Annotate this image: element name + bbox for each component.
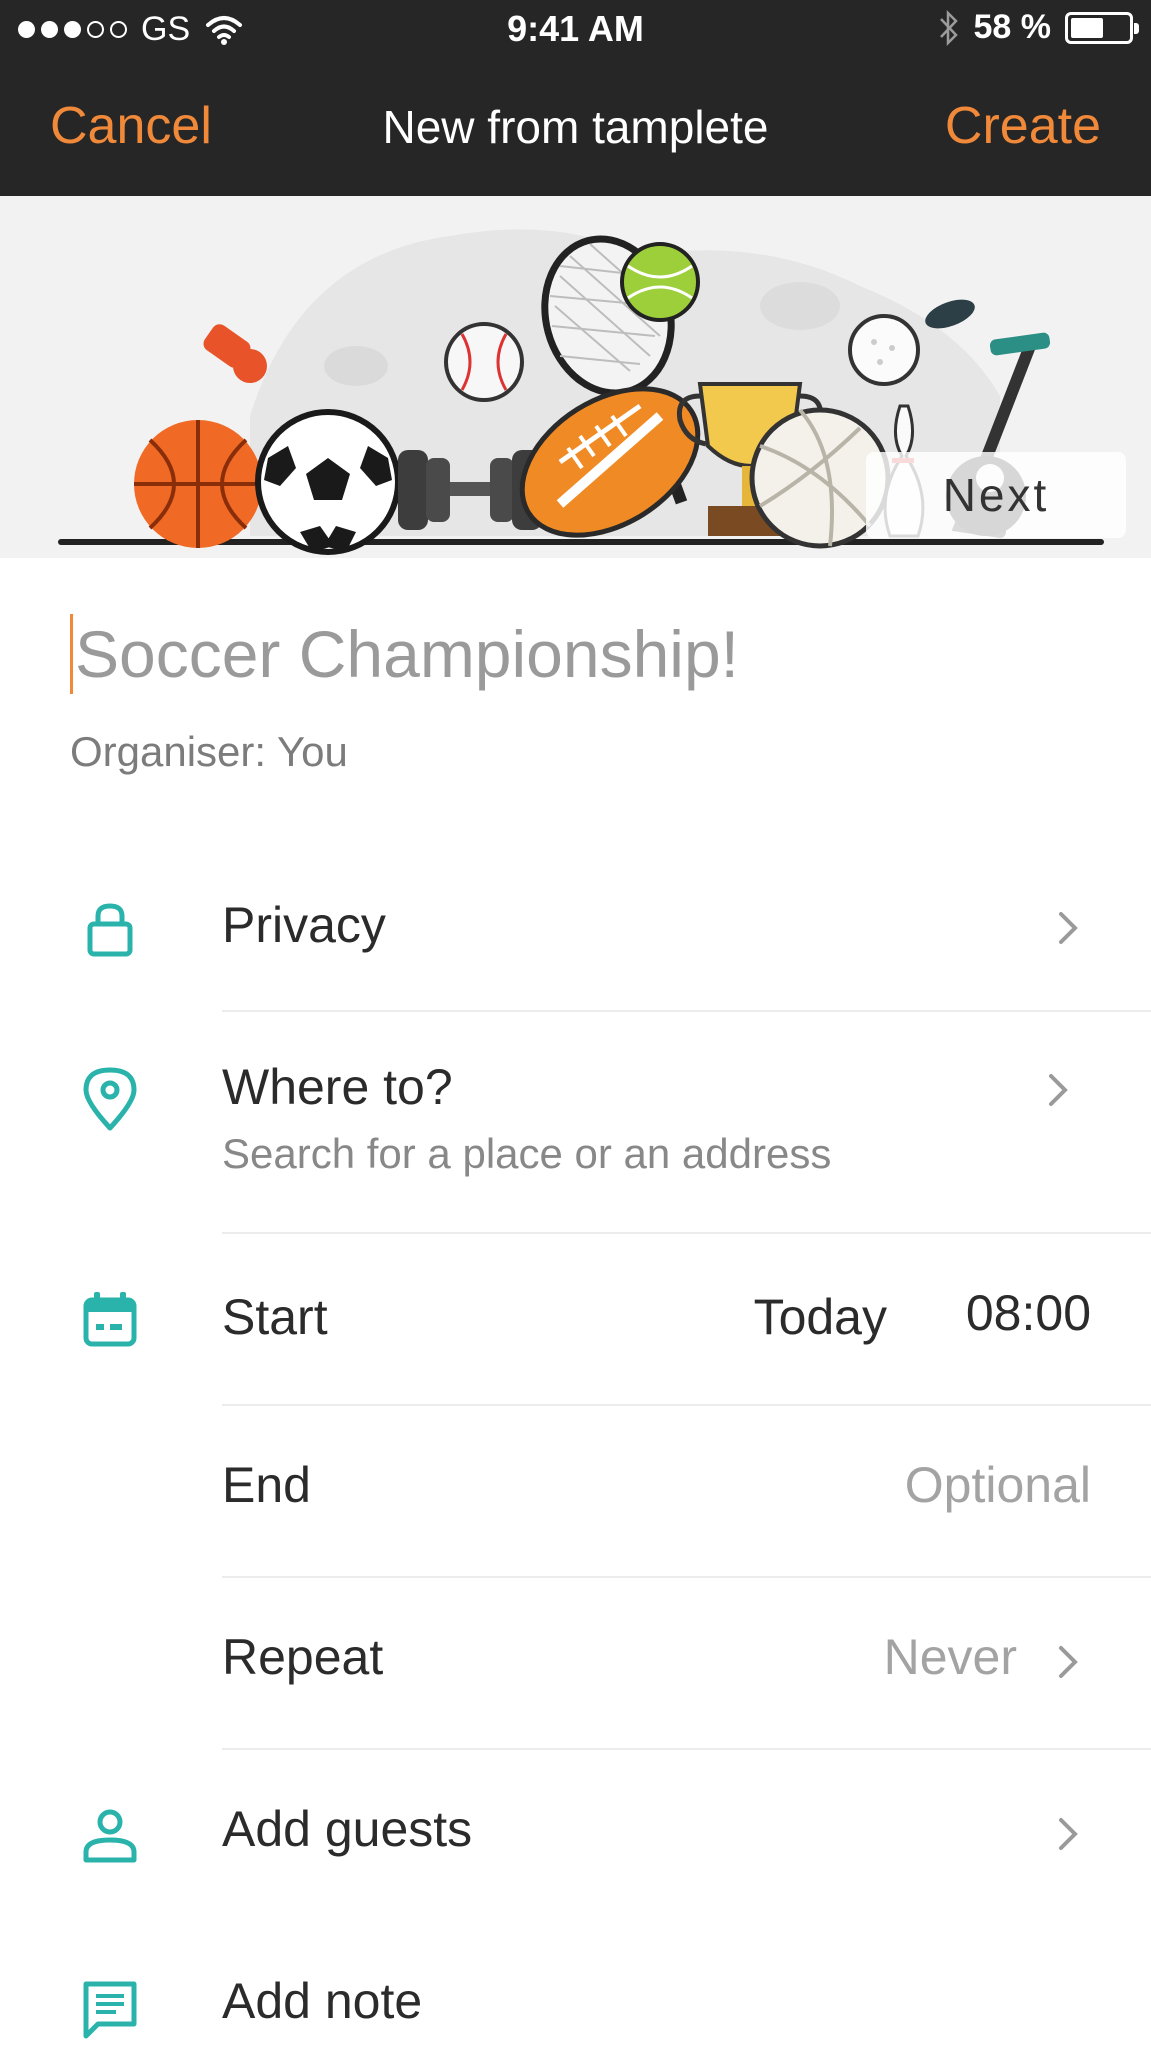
repeat-row[interactable]: Repeat Never <box>0 1578 1151 1750</box>
repeat-value: Never <box>883 1629 1017 1685</box>
event-title-placeholder: Soccer Championship! <box>75 617 739 691</box>
soccer-ball-icon <box>255 409 401 555</box>
basketball-icon <box>134 420 262 548</box>
calendar-icon <box>83 1292 137 1347</box>
baseball-icon <box>444 322 524 402</box>
chevron-right-icon <box>1049 1074 1068 1106</box>
privacy-row[interactable]: Privacy <box>0 860 1151 1010</box>
battery-percentage: 58 % <box>973 8 1052 46</box>
text-cursor <box>70 614 73 694</box>
chevron-right-icon <box>1059 1818 1078 1850</box>
whistle-icon <box>203 324 267 383</box>
chevron-right-icon <box>1059 912 1078 944</box>
location-pin-icon <box>83 1067 137 1131</box>
repeat-label: Repeat <box>222 1629 384 1685</box>
person-icon <box>83 1809 137 1863</box>
tennis-ball-icon <box>620 242 700 322</box>
start-row[interactable]: Start Today 08:00 <box>0 1234 1151 1406</box>
add-note-row[interactable]: Add note <box>0 1920 1151 2048</box>
start-time[interactable]: 08:00 <box>966 1284 1091 1342</box>
chevron-right-icon <box>1059 1646 1078 1678</box>
note-icon <box>83 1981 137 2039</box>
add-note-label: Add note <box>222 1973 423 2029</box>
end-value[interactable]: Optional <box>905 1456 1091 1514</box>
add-guests-label: Add guests <box>222 1801 473 1857</box>
battery-level-fill <box>1071 17 1104 38</box>
add-guests-row[interactable]: Add guests <box>0 1750 1151 1920</box>
event-title-input[interactable]: Soccer Championship! <box>70 614 739 694</box>
start-label: Start <box>222 1289 328 1345</box>
end-label: End <box>222 1457 311 1513</box>
create-button[interactable]: Create <box>945 96 1101 156</box>
bluetooth-icon <box>939 9 958 46</box>
status-right: 58 % <box>938 8 1139 47</box>
golf-ball-icon <box>848 314 920 386</box>
location-row[interactable]: Where to? Search for a place or an addre… <box>0 1012 1151 1232</box>
organiser-label: Organiser: You <box>70 728 348 775</box>
next-template-button[interactable]: Next <box>866 452 1126 538</box>
location-search-placeholder: Search for a place or an address <box>222 1130 832 1177</box>
location-label: Where to? <box>222 1059 453 1115</box>
status-bar: GS 9:41 AM 58 % <box>0 0 1151 60</box>
end-row[interactable]: End Optional <box>0 1406 1151 1578</box>
privacy-label: Privacy <box>222 897 386 953</box>
start-date[interactable]: Today <box>754 1288 887 1346</box>
lock-icon <box>87 903 133 957</box>
battery-icon <box>1065 11 1139 44</box>
navigation-bar: GS 9:41 AM 58 % Cancel New from tamplete… <box>0 0 1151 196</box>
